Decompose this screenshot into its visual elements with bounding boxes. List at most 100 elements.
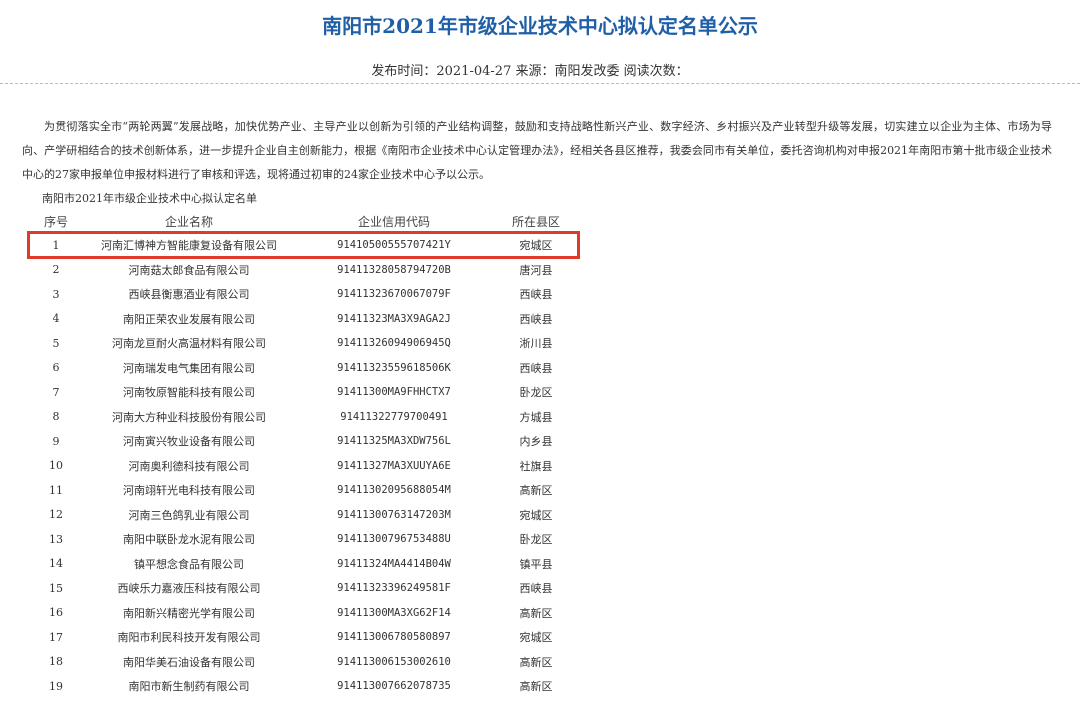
table-row: 11 河南翊轩光电科技有限公司 91411302095688054M 高新区 [28, 478, 578, 503]
row-credit-code: 91411323670067079F [337, 288, 451, 301]
divider [0, 83, 1080, 84]
row-company-name: 南阳市利民科技开发有限公司 [117, 631, 261, 645]
table-row: 18 南阳华美石油设备有限公司 91411300615300261​0 高新区 [28, 650, 578, 675]
row-no: 5 [52, 336, 60, 350]
table-body: 1 河南汇博神方智能康复设备有限公司 91410500555707421Y 宛城区 2 河… [28, 233, 578, 699]
row-county: 唐河县 [519, 263, 553, 277]
table-row: 10 河南奥利德科技有限公司 91411327MA3XUUYA6E 社旗县 [28, 454, 578, 479]
row-company-name: 南阳市新生制药有限公司 [128, 680, 250, 694]
table-row: 5 河南龙亘耐火高温材料有限公司 91411326094906945Q 淅川县 [28, 331, 578, 356]
table-row: 16 南阳新兴精密光学有限公司 91411300MA3XG62F14 高新区 [28, 601, 578, 626]
row-no: 19 [49, 679, 63, 693]
row-company-name: 河南寅兴牧业设备有限公司 [123, 435, 255, 449]
row-no: 16 [49, 606, 63, 620]
row-company-name: 河南牧原智能科技有限公司 [123, 386, 255, 400]
row-county: 高新区 [519, 655, 553, 669]
row-credit-code: 91410500555707421Y [337, 239, 451, 252]
table-row: 8 河南大方种业科技股份有限公司 91411322779700491 方城县 [28, 405, 578, 430]
row-no: 1 [52, 238, 60, 252]
row-credit-code: 91411300763147203M [337, 508, 451, 521]
row-company-name: 南阳新兴精密光学有限公司 [123, 606, 255, 620]
table-caption: 南阳市2021年市级企业技术中心拟认定名单 [42, 192, 257, 205]
row-no: 11 [49, 483, 63, 497]
row-county: 镇平县 [519, 557, 553, 571]
row-company-name: 西峡乐力嘉液压科技有限公司 [117, 582, 261, 596]
row-county: 内乡县 [519, 435, 553, 449]
row-no: 12 [49, 508, 63, 522]
row-county: 卧龙区 [519, 386, 553, 400]
row-company-name: 河南瑞发电气集团有限公司 [123, 361, 255, 375]
row-company-name: 河南翊轩光电科技有限公司 [123, 484, 255, 498]
row-credit-code: 91411325MA3XDW756L [337, 435, 451, 448]
row-no: 4 [52, 312, 60, 326]
header-no: 序号 [43, 215, 68, 229]
row-no: 7 [52, 385, 60, 399]
row-county: 高新区 [519, 606, 553, 620]
table-header: 序号 企业名称 企业信用代码 所在县区 [28, 210, 578, 233]
row-no: 13 [49, 532, 63, 546]
row-company-name: 河南三色鸽乳业有限公司 [128, 508, 250, 522]
row-no: 17 [49, 630, 63, 644]
row-credit-code: 91411328058794720B [337, 263, 451, 276]
row-credit-code: 91411327MA3XUUYA6E [337, 459, 451, 472]
table-row: 4 南阳正荣农业发展有限公司 91411323MA3X9AGA2J 西峡县 [28, 307, 578, 332]
table-row: 15 西峡乐力嘉液压科技有限公司 91411323396249581F 西峡县 [28, 576, 578, 601]
row-no: 8 [52, 410, 60, 424]
row-county: 高新区 [519, 680, 553, 694]
row-credit-code: 91411324MA4414B04W [337, 557, 451, 570]
row-no: 18 [49, 655, 63, 669]
table-row: 13 南阳中联卧龙水泥有限公司 91411300796753488U 卧龙区 [28, 527, 578, 552]
row-company-name: 河南奥利德科技有限公司 [128, 459, 250, 473]
row-company-name: 镇平想念食品有限公司 [134, 557, 244, 571]
row-county: 西峡县 [519, 361, 553, 375]
table-row: 3 西峡县衡惠酒业有限公司 91411323670067079F 西峡县 [28, 282, 578, 307]
row-no: 9 [52, 434, 60, 448]
row-credit-code: 91411323559618506K [337, 361, 451, 374]
table-row: 9 河南寅兴牧业设备有限公司 91411325MA3XDW756L 内乡县 [28, 429, 578, 454]
row-no: 6 [52, 361, 60, 375]
row-credit-code: 91411300796753488U [337, 533, 451, 546]
publish-meta: 发布时间：2021-04-27 来源：南阳发改委 阅读次数： [371, 64, 689, 79]
row-company-name: 河南菇太郎食品有限公司 [128, 263, 250, 277]
row-credit-code: 91411326094906945Q [337, 337, 451, 350]
row-no: 3 [52, 287, 60, 301]
row-no: 10 [49, 459, 63, 473]
row-county: 卧龙区 [519, 533, 553, 547]
table-row: 17 南阳市利民科技开发有限公司 91411300678058089​7 宛城区 [28, 625, 578, 650]
company-table: 序号 企业名称 企业信用代码 所在县区 1 河南汇博神方智能康复设备有限公司 914… [28, 210, 578, 699]
table-row: 12 河南三色鸽乳业有限公司 91411300763147203M 宛城区 [28, 503, 578, 528]
row-county: 淅川县 [519, 337, 553, 351]
header-code: 企业信用代码 [357, 215, 430, 229]
row-county: 西峡县 [519, 288, 553, 302]
row-credit-code: 91411300MA9FHHCTX7 [337, 386, 451, 399]
table-row: 7 河南牧原智能科技有限公司 91411300MA9FHHCTX7 卧龙区 [28, 380, 578, 405]
row-company-name: 河南大方种业科技股份有限公司 [112, 410, 266, 424]
row-no: 2 [52, 263, 60, 277]
row-credit-code: 91411322779700491 [340, 410, 448, 423]
table-row: 14 镇平想念食品有限公司 91411324MA4414B04W 镇平县 [28, 552, 578, 577]
row-county: 宛城区 [519, 239, 553, 253]
table-row: 6 河南瑞发电气集团有限公司 91411323559618506K 西峡县 [28, 356, 578, 381]
row-county: 方城县 [519, 410, 553, 424]
row-no: 15 [49, 581, 63, 595]
row-credit-code: 91411300766207873​5 [337, 680, 451, 693]
row-county: 社旗县 [519, 459, 553, 473]
row-credit-code: 91411300678058089​7 [337, 631, 451, 644]
header-name: 企业名称 [164, 215, 213, 229]
row-company-name: 西峡县衡惠酒业有限公司 [128, 288, 250, 302]
table-row: 19 南阳市新生制药有限公司 91411300766207873​5 高新区 [28, 674, 578, 699]
row-company-name: 河南汇博神方智能康复设备有限公司 [101, 239, 277, 253]
row-company-name: 南阳正荣农业发展有限公司 [123, 312, 255, 326]
row-county: 高新区 [519, 484, 553, 498]
row-credit-code: 91411302095688054M [337, 484, 451, 497]
header-county: 所在县区 [511, 215, 560, 229]
intro-paragraph: 为贯彻落实全市“两轮两翼”发展战略，加快优势产业、主导产业以创新为引领的产业结构… [22, 120, 1052, 181]
table-row: 2 河南菇太郎食品有限公司 91411328058794720B 唐河县 [28, 258, 578, 283]
row-county: 宛城区 [519, 508, 553, 522]
row-credit-code: 91411300MA3XG62F14 [337, 606, 451, 619]
row-county: 西峡县 [519, 312, 553, 326]
page-title: 南阳市2021年市级企业技术中心拟认定名单公示 [322, 14, 758, 38]
row-credit-code: 91411300615300261​0 [337, 655, 451, 668]
row-credit-code: 91411323MA3X9AGA2J [337, 312, 451, 325]
row-company-name: 南阳华美石油设备有限公司 [123, 655, 255, 669]
